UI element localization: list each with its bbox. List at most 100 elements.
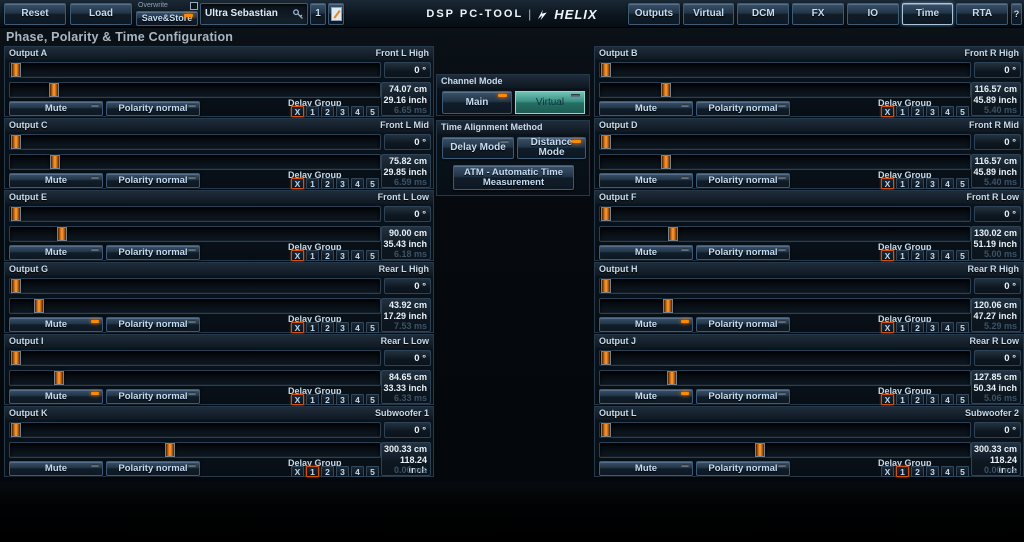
delay-slider-handle[interactable] [661, 83, 671, 97]
delay-slider[interactable] [599, 154, 971, 170]
phase-slider[interactable] [599, 278, 971, 294]
help-button[interactable]: ? [1011, 3, 1022, 25]
phase-slider-handle[interactable] [601, 135, 611, 149]
delay-group-2-button[interactable]: 2 [321, 466, 334, 477]
delay-group-4-button[interactable]: 4 [351, 394, 364, 405]
phase-slider[interactable] [9, 134, 381, 150]
phase-slider-handle[interactable] [11, 351, 21, 365]
delay-group-x-button[interactable]: X [881, 394, 894, 405]
delay-group-2-button[interactable]: 2 [321, 178, 334, 189]
delay-group-x-button[interactable]: X [291, 178, 304, 189]
mute-button[interactable]: Mute [599, 173, 693, 188]
nav-fx[interactable]: FX [792, 3, 844, 25]
polarity-button[interactable]: Polarity normal [696, 461, 790, 476]
phase-slider-handle[interactable] [11, 207, 21, 221]
delay-group-1-button[interactable]: 1 [306, 250, 319, 261]
mute-button[interactable]: Mute [599, 389, 693, 404]
delay-group-x-button[interactable]: X [291, 250, 304, 261]
edit-note-button[interactable] [328, 3, 344, 25]
delay-group-4-button[interactable]: 4 [941, 250, 954, 261]
mute-button[interactable]: Mute [599, 245, 693, 260]
delay-group-1-button[interactable]: 1 [306, 394, 319, 405]
delay-group-4-button[interactable]: 4 [351, 178, 364, 189]
delay-group-1-button[interactable]: 1 [896, 178, 909, 189]
delay-group-3-button[interactable]: 3 [336, 250, 349, 261]
delay-slider-handle[interactable] [50, 155, 60, 169]
delay-group-5-button[interactable]: 5 [956, 106, 969, 117]
delay-slider-handle[interactable] [57, 227, 67, 241]
delay-slider[interactable] [9, 82, 381, 98]
polarity-button[interactable]: Polarity normal [696, 389, 790, 404]
delay-group-2-button[interactable]: 2 [911, 250, 924, 261]
key-icon[interactable] [292, 8, 304, 28]
phase-slider-handle[interactable] [11, 135, 21, 149]
polarity-button[interactable]: Polarity normal [106, 389, 200, 404]
delay-group-x-button[interactable]: X [881, 250, 894, 261]
delay-group-4-button[interactable]: 4 [941, 178, 954, 189]
phase-slider[interactable] [599, 62, 971, 78]
channel-mode-virtual-button[interactable]: Virtual [515, 91, 585, 114]
delay-group-1-button[interactable]: 1 [896, 466, 909, 477]
polarity-button[interactable]: Polarity normal [696, 173, 790, 188]
phase-slider-handle[interactable] [601, 63, 611, 77]
delay-group-3-button[interactable]: 3 [926, 106, 939, 117]
delay-group-2-button[interactable]: 2 [911, 394, 924, 405]
nav-virtual[interactable]: Virtual [683, 3, 735, 25]
delay-group-5-button[interactable]: 5 [366, 178, 379, 189]
delay-group-4-button[interactable]: 4 [351, 106, 364, 117]
delay-slider[interactable] [9, 154, 381, 170]
polarity-button[interactable]: Polarity normal [106, 101, 200, 116]
delay-group-3-button[interactable]: 3 [336, 466, 349, 477]
distance-mode-button[interactable]: Distance Mode [517, 137, 586, 159]
phase-slider-handle[interactable] [601, 279, 611, 293]
nav-io[interactable]: IO [847, 3, 899, 25]
mute-button[interactable]: Mute [599, 317, 693, 332]
delay-group-3-button[interactable]: 3 [926, 466, 939, 477]
delay-slider[interactable] [599, 442, 971, 458]
phase-slider[interactable] [9, 350, 381, 366]
phase-slider[interactable] [599, 206, 971, 222]
delay-group-1-button[interactable]: 1 [896, 322, 909, 333]
mute-button[interactable]: Mute [9, 389, 103, 404]
delay-group-3-button[interactable]: 3 [926, 250, 939, 261]
phase-slider[interactable] [599, 422, 971, 438]
nav-time[interactable]: Time [902, 3, 954, 25]
delay-group-x-button[interactable]: X [291, 322, 304, 333]
delay-group-3-button[interactable]: 3 [336, 394, 349, 405]
delay-group-4-button[interactable]: 4 [941, 394, 954, 405]
delay-slider-handle[interactable] [755, 443, 765, 457]
polarity-button[interactable]: Polarity normal [696, 101, 790, 116]
delay-group-5-button[interactable]: 5 [956, 178, 969, 189]
phase-slider-handle[interactable] [601, 423, 611, 437]
delay-group-x-button[interactable]: X [291, 394, 304, 405]
delay-slider-handle[interactable] [661, 155, 671, 169]
delay-slider-handle[interactable] [49, 83, 59, 97]
delay-group-4-button[interactable]: 4 [941, 322, 954, 333]
delay-group-x-button[interactable]: X [881, 178, 894, 189]
delay-group-3-button[interactable]: 3 [926, 394, 939, 405]
delay-group-1-button[interactable]: 1 [306, 178, 319, 189]
delay-group-4-button[interactable]: 4 [941, 466, 954, 477]
delay-group-4-button[interactable]: 4 [941, 106, 954, 117]
channel-mode-main-button[interactable]: Main [442, 91, 512, 114]
polarity-button[interactable]: Polarity normal [106, 317, 200, 332]
delay-group-5-button[interactable]: 5 [366, 106, 379, 117]
mute-button[interactable]: Mute [9, 101, 103, 116]
delay-group-5-button[interactable]: 5 [366, 250, 379, 261]
delay-group-3-button[interactable]: 3 [336, 106, 349, 117]
delay-group-1-button[interactable]: 1 [306, 106, 319, 117]
polarity-button[interactable]: Polarity normal [696, 245, 790, 260]
delay-group-2-button[interactable]: 2 [911, 466, 924, 477]
phase-slider[interactable] [599, 350, 971, 366]
mute-button[interactable]: Mute [599, 101, 693, 116]
phase-slider-handle[interactable] [11, 63, 21, 77]
delay-group-5-button[interactable]: 5 [956, 322, 969, 333]
phase-slider[interactable] [9, 422, 381, 438]
delay-group-1-button[interactable]: 1 [306, 466, 319, 477]
phase-slider[interactable] [599, 134, 971, 150]
save-store-button[interactable]: Save&Store [136, 11, 198, 26]
delay-group-3-button[interactable]: 3 [336, 178, 349, 189]
delay-slider[interactable] [9, 298, 381, 314]
delay-group-5-button[interactable]: 5 [956, 466, 969, 477]
delay-group-1-button[interactable]: 1 [896, 394, 909, 405]
